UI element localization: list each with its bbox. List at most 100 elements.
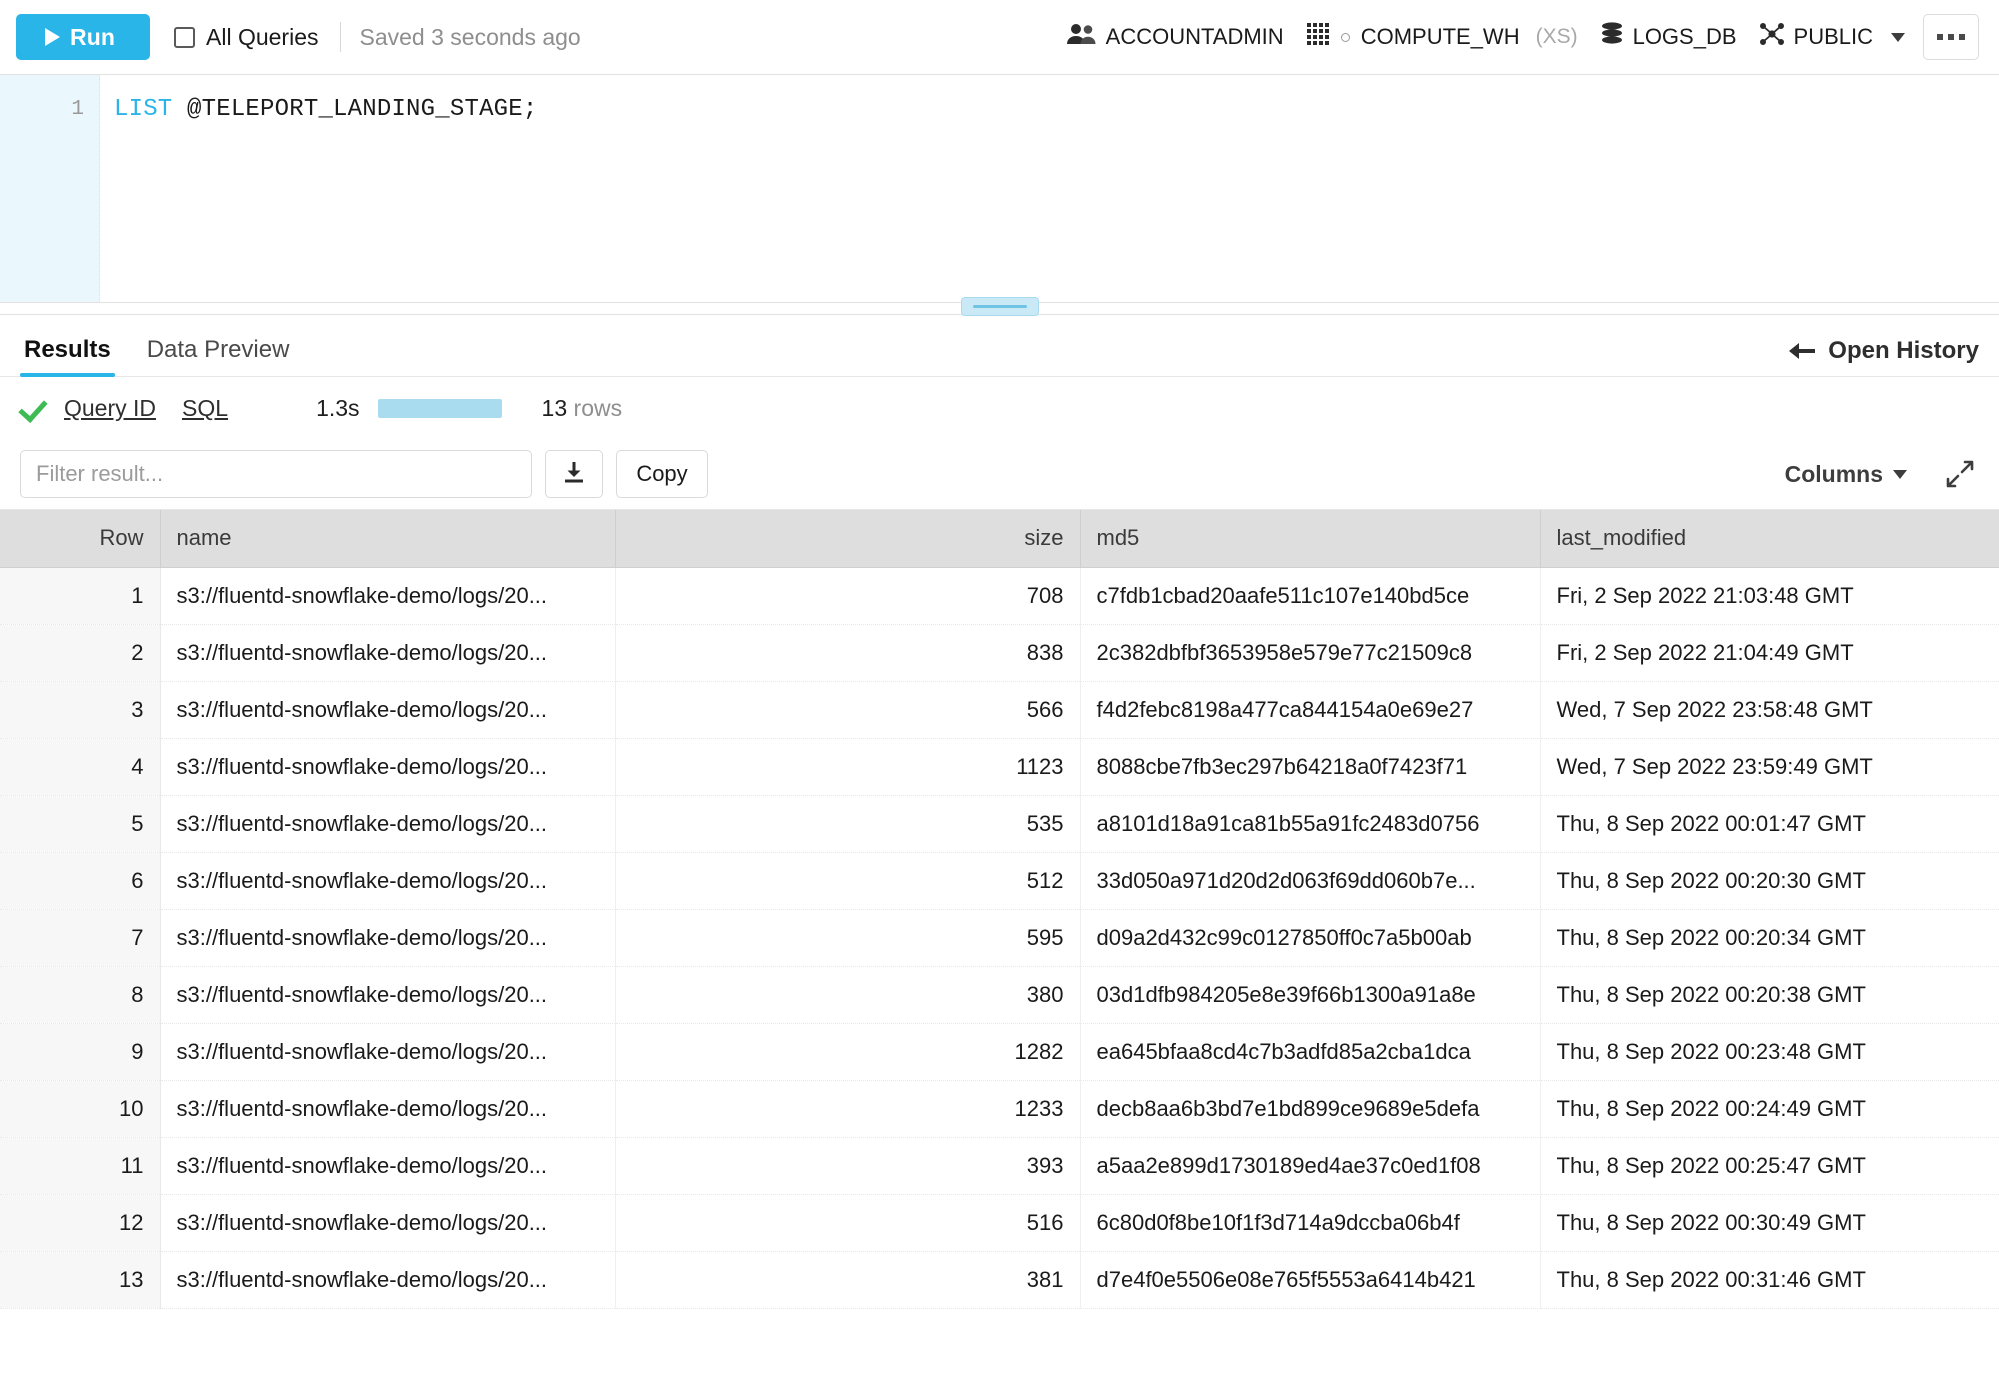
open-history-button[interactable]: Open History: [1789, 337, 1979, 376]
editor-code-area[interactable]: LIST @TELEPORT_LANDING_STAGE;: [100, 75, 1999, 302]
columns-button[interactable]: Columns: [1779, 460, 1913, 489]
table-row[interactable]: 3s3://fluentd-snowflake-demo/logs/20...5…: [0, 681, 1999, 738]
cell-name[interactable]: s3://fluentd-snowflake-demo/logs/20...: [160, 909, 615, 966]
cell-row-number[interactable]: 3: [0, 681, 160, 738]
cell-size[interactable]: 516: [615, 1194, 1080, 1251]
cell-name[interactable]: s3://fluentd-snowflake-demo/logs/20...: [160, 795, 615, 852]
cell-size[interactable]: 393: [615, 1137, 1080, 1194]
panel-splitter[interactable]: [0, 302, 1999, 314]
cell-size[interactable]: 381: [615, 1251, 1080, 1308]
cell-row-number[interactable]: 2: [0, 624, 160, 681]
cell-md5[interactable]: d7e4f0e5506e08e765f5553a6414b421: [1080, 1251, 1540, 1308]
column-header-size[interactable]: size: [615, 510, 1080, 567]
cell-last-modified[interactable]: Thu, 8 Sep 2022 00:01:47 GMT: [1540, 795, 1999, 852]
cell-last-modified[interactable]: Thu, 8 Sep 2022 00:20:30 GMT: [1540, 852, 1999, 909]
role-selector[interactable]: ACCOUNTADMIN: [1067, 22, 1284, 52]
cell-last-modified[interactable]: Thu, 8 Sep 2022 00:24:49 GMT: [1540, 1080, 1999, 1137]
cell-name[interactable]: s3://fluentd-snowflake-demo/logs/20...: [160, 624, 615, 681]
cell-row-number[interactable]: 5: [0, 795, 160, 852]
cell-size[interactable]: 708: [615, 567, 1080, 624]
cell-md5[interactable]: 8088cbe7fb3ec297b64218a0f7423f71: [1080, 738, 1540, 795]
table-row[interactable]: 6s3://fluentd-snowflake-demo/logs/20...5…: [0, 852, 1999, 909]
warehouse-selector[interactable]: COMPUTE_WH (XS): [1306, 21, 1578, 53]
column-header-md5[interactable]: md5: [1080, 510, 1540, 567]
table-row[interactable]: 13s3://fluentd-snowflake-demo/logs/20...…: [0, 1251, 1999, 1308]
cell-md5[interactable]: a5aa2e899d1730189ed4ae37c0ed1f08: [1080, 1137, 1540, 1194]
cell-size[interactable]: 838: [615, 624, 1080, 681]
chevron-down-icon[interactable]: [1891, 33, 1905, 42]
column-header-name[interactable]: name: [160, 510, 615, 567]
cell-size[interactable]: 1233: [615, 1080, 1080, 1137]
cell-last-modified[interactable]: Thu, 8 Sep 2022 00:20:38 GMT: [1540, 966, 1999, 1023]
cell-row-number[interactable]: 6: [0, 852, 160, 909]
table-row[interactable]: 5s3://fluentd-snowflake-demo/logs/20...5…: [0, 795, 1999, 852]
cell-row-number[interactable]: 13: [0, 1251, 160, 1308]
tab-results[interactable]: Results: [20, 336, 115, 376]
column-header-row[interactable]: Row: [0, 510, 160, 567]
cell-row-number[interactable]: 10: [0, 1080, 160, 1137]
cell-row-number[interactable]: 4: [0, 738, 160, 795]
cell-row-number[interactable]: 11: [0, 1137, 160, 1194]
cell-last-modified[interactable]: Wed, 7 Sep 2022 23:59:49 GMT: [1540, 738, 1999, 795]
cell-md5[interactable]: f4d2febc8198a477ca844154a0e69e27: [1080, 681, 1540, 738]
cell-last-modified[interactable]: Fri, 2 Sep 2022 21:04:49 GMT: [1540, 624, 1999, 681]
cell-md5[interactable]: 33d050a971d20d2d063f69dd060b7e...: [1080, 852, 1540, 909]
cell-name[interactable]: s3://fluentd-snowflake-demo/logs/20...: [160, 1194, 615, 1251]
cell-md5[interactable]: decb8aa6b3bd7e1bd899ce9689e5defa: [1080, 1080, 1540, 1137]
cell-md5[interactable]: 2c382dbfbf3653958e579e77c21509c8: [1080, 624, 1540, 681]
cell-name[interactable]: s3://fluentd-snowflake-demo/logs/20...: [160, 1023, 615, 1080]
cell-last-modified[interactable]: Thu, 8 Sep 2022 00:23:48 GMT: [1540, 1023, 1999, 1080]
cell-size[interactable]: 1282: [615, 1023, 1080, 1080]
cell-name[interactable]: s3://fluentd-snowflake-demo/logs/20...: [160, 852, 615, 909]
cell-row-number[interactable]: 9: [0, 1023, 160, 1080]
query-id-link[interactable]: Query ID: [64, 395, 156, 422]
cell-size[interactable]: 595: [615, 909, 1080, 966]
cell-size[interactable]: 512: [615, 852, 1080, 909]
cell-name[interactable]: s3://fluentd-snowflake-demo/logs/20...: [160, 966, 615, 1023]
results-table-container[interactable]: Row name size md5 last_modified 1s3://fl…: [0, 509, 1999, 1399]
table-row[interactable]: 9s3://fluentd-snowflake-demo/logs/20...1…: [0, 1023, 1999, 1080]
filter-input[interactable]: [20, 450, 532, 498]
sql-link[interactable]: SQL: [182, 395, 228, 422]
cell-last-modified[interactable]: Thu, 8 Sep 2022 00:20:34 GMT: [1540, 909, 1999, 966]
schema-selector[interactable]: PUBLIC: [1759, 21, 1905, 53]
cell-name[interactable]: s3://fluentd-snowflake-demo/logs/20...: [160, 681, 615, 738]
database-selector[interactable]: LOGS_DB: [1600, 21, 1737, 53]
copy-button[interactable]: Copy: [616, 450, 708, 498]
cell-name[interactable]: s3://fluentd-snowflake-demo/logs/20...: [160, 738, 615, 795]
splitter-grip[interactable]: [961, 297, 1039, 316]
all-queries-checkbox[interactable]: All Queries: [174, 24, 318, 51]
cell-name[interactable]: s3://fluentd-snowflake-demo/logs/20...: [160, 1137, 615, 1194]
sql-editor[interactable]: 1 LIST @TELEPORT_LANDING_STAGE;: [0, 74, 1999, 302]
cell-md5[interactable]: a8101d18a91ca81b55a91fc2483d0756: [1080, 795, 1540, 852]
table-row[interactable]: 11s3://fluentd-snowflake-demo/logs/20...…: [0, 1137, 1999, 1194]
table-row[interactable]: 10s3://fluentd-snowflake-demo/logs/20...…: [0, 1080, 1999, 1137]
cell-row-number[interactable]: 7: [0, 909, 160, 966]
download-button[interactable]: [545, 450, 603, 498]
cell-md5[interactable]: 6c80d0f8be10f1f3d714a9dccba06b4f: [1080, 1194, 1540, 1251]
table-row[interactable]: 4s3://fluentd-snowflake-demo/logs/20...1…: [0, 738, 1999, 795]
tab-data-preview[interactable]: Data Preview: [143, 336, 294, 376]
cell-md5[interactable]: d09a2d432c99c0127850ff0c7a5b00ab: [1080, 909, 1540, 966]
cell-size[interactable]: 1123: [615, 738, 1080, 795]
cell-last-modified[interactable]: Fri, 2 Sep 2022 21:03:48 GMT: [1540, 567, 1999, 624]
cell-row-number[interactable]: 12: [0, 1194, 160, 1251]
table-row[interactable]: 1s3://fluentd-snowflake-demo/logs/20...7…: [0, 567, 1999, 624]
cell-size[interactable]: 566: [615, 681, 1080, 738]
table-row[interactable]: 2s3://fluentd-snowflake-demo/logs/20...8…: [0, 624, 1999, 681]
table-row[interactable]: 7s3://fluentd-snowflake-demo/logs/20...5…: [0, 909, 1999, 966]
table-row[interactable]: 12s3://fluentd-snowflake-demo/logs/20...…: [0, 1194, 1999, 1251]
expand-button[interactable]: [1945, 459, 1975, 489]
cell-size[interactable]: 380: [615, 966, 1080, 1023]
cell-last-modified[interactable]: Thu, 8 Sep 2022 00:30:49 GMT: [1540, 1194, 1999, 1251]
run-button[interactable]: Run: [16, 14, 150, 60]
column-header-last-modified[interactable]: last_modified: [1540, 510, 1999, 567]
cell-name[interactable]: s3://fluentd-snowflake-demo/logs/20...: [160, 1080, 615, 1137]
cell-name[interactable]: s3://fluentd-snowflake-demo/logs/20...: [160, 567, 615, 624]
table-row[interactable]: 8s3://fluentd-snowflake-demo/logs/20...3…: [0, 966, 1999, 1023]
cell-md5[interactable]: c7fdb1cbad20aafe511c107e140bd5ce: [1080, 567, 1540, 624]
cell-last-modified[interactable]: Thu, 8 Sep 2022 00:25:47 GMT: [1540, 1137, 1999, 1194]
cell-last-modified[interactable]: Wed, 7 Sep 2022 23:58:48 GMT: [1540, 681, 1999, 738]
cell-md5[interactable]: 03d1dfb984205e8e39f66b1300a91a8e: [1080, 966, 1540, 1023]
cell-row-number[interactable]: 1: [0, 567, 160, 624]
